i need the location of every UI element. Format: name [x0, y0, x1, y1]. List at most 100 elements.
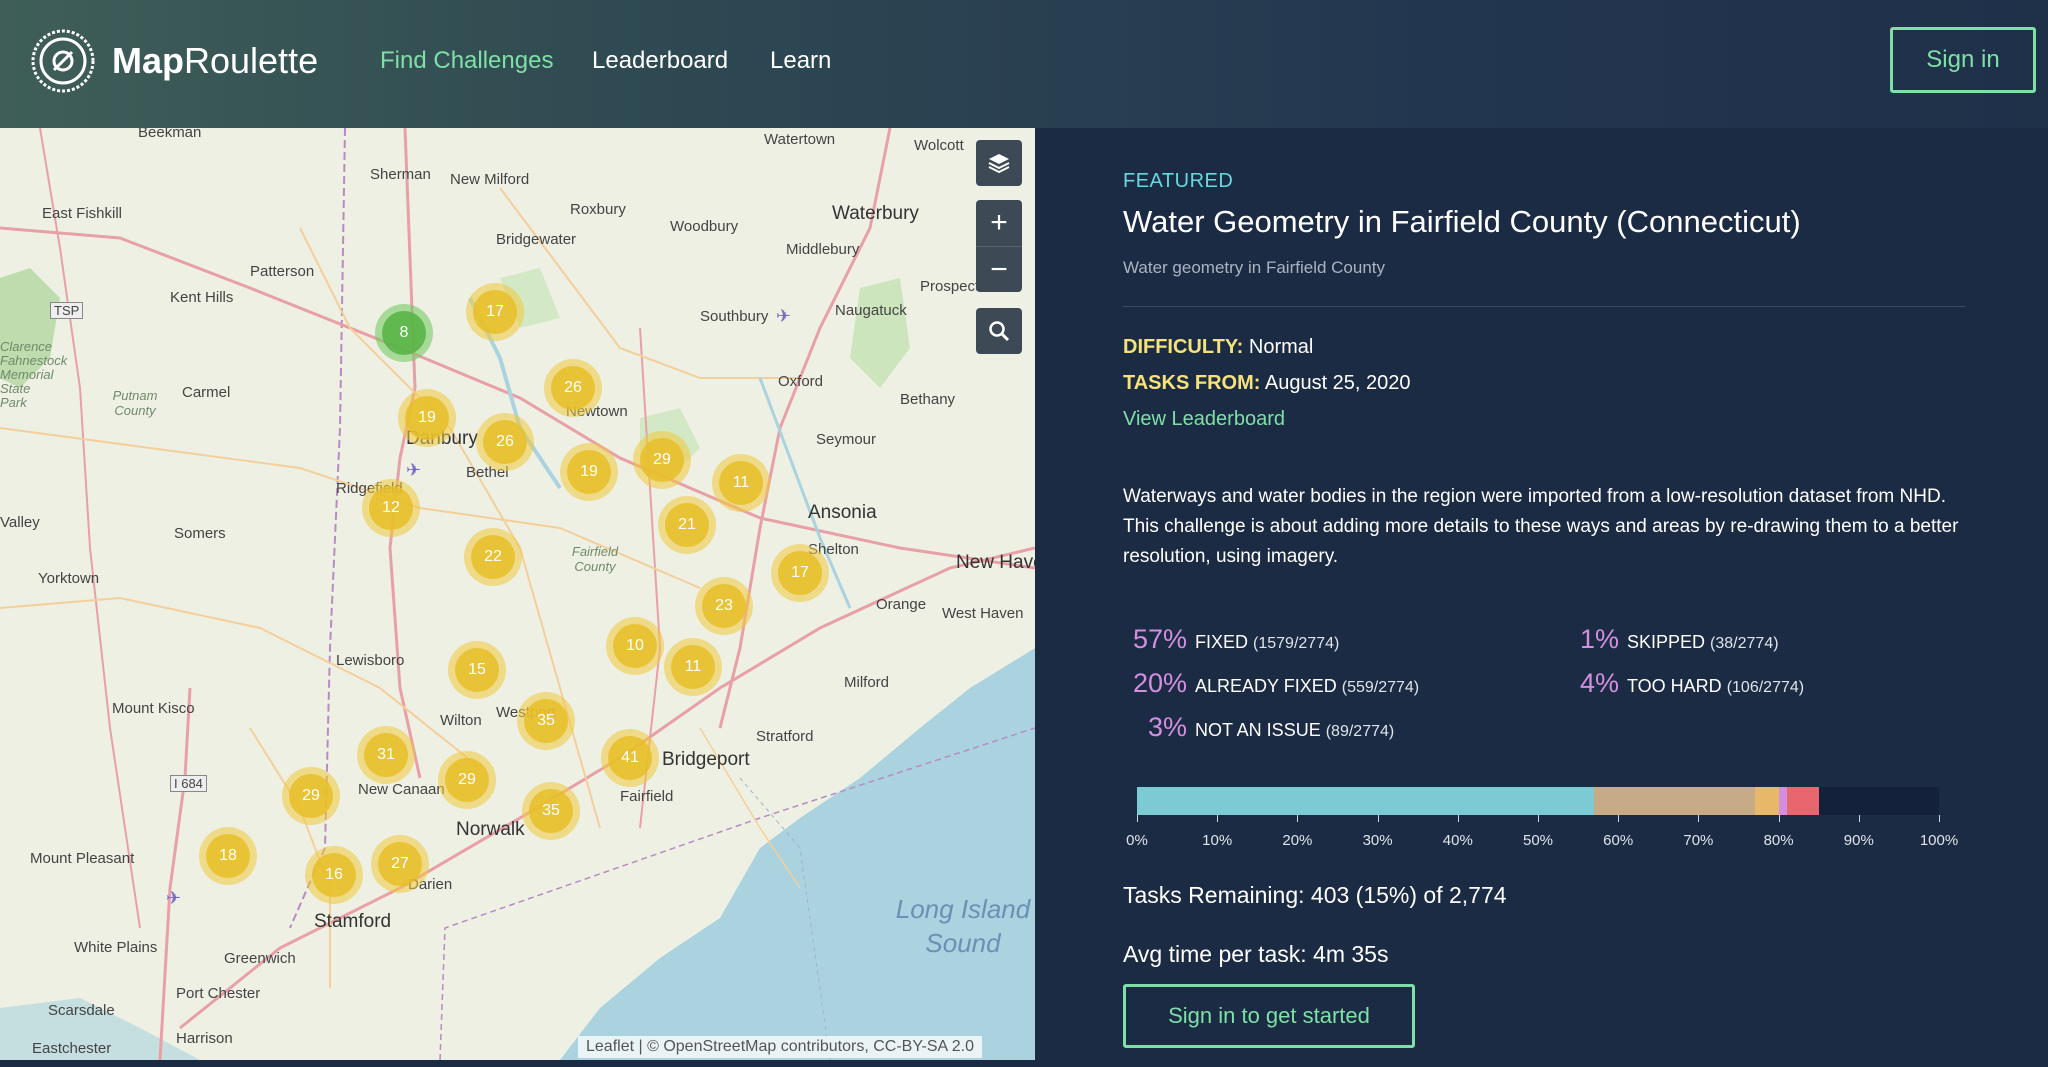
progress-tick-label: 10%: [1202, 832, 1233, 849]
map-label: Wolcott: [914, 137, 964, 154]
progress-tick: [1137, 815, 1138, 822]
task-cluster-marker[interactable]: 29: [438, 751, 496, 809]
map-label: Waterbury: [832, 203, 919, 224]
task-cluster-marker[interactable]: 21: [658, 496, 716, 554]
challenge-detail-panel: FEATURED Water Geometry in Fairfield Cou…: [1035, 128, 2048, 1060]
task-cluster-marker[interactable]: 31: [357, 726, 415, 784]
progress-tick: [1939, 815, 1940, 822]
zoom-in-button[interactable]: +: [976, 200, 1022, 246]
task-cluster-marker[interactable]: 18: [199, 827, 257, 885]
task-cluster-marker[interactable]: 16: [305, 846, 363, 904]
map-label: Oxford: [778, 373, 824, 390]
brand-name[interactable]: MapRoulette: [112, 40, 318, 82]
map-label: Fairfield County: [571, 544, 619, 574]
progress-segment-fixed: [1137, 787, 1595, 815]
nav-leaderboard[interactable]: Leaderboard: [592, 47, 728, 75]
sign-in-button[interactable]: Sign in: [1890, 27, 2036, 93]
map-label: Stratford: [756, 728, 814, 745]
task-cluster-marker[interactable]: 22: [464, 528, 522, 586]
maproulette-logo-icon[interactable]: [30, 28, 96, 94]
map-label: Middlebury: [786, 241, 860, 258]
map-label: Naugatuck: [835, 302, 907, 319]
task-cluster-marker[interactable]: 10: [606, 617, 664, 675]
map-label: Port Chester: [176, 985, 261, 1002]
task-cluster-marker[interactable]: 41: [601, 729, 659, 787]
layers-icon[interactable]: [976, 140, 1022, 186]
challenge-description: Waterways and water bodies in the region…: [1123, 486, 1959, 567]
task-cluster-marker[interactable]: 17: [466, 283, 524, 341]
search-icon[interactable]: [976, 308, 1022, 354]
map-label: New Milford: [450, 171, 530, 188]
task-cluster-marker[interactable]: 29: [282, 767, 340, 825]
map-label: New Canaan: [358, 781, 445, 798]
progress-tick: [1618, 815, 1620, 822]
task-cluster-marker[interactable]: 15: [448, 641, 506, 699]
map-label: Stamford: [314, 911, 392, 932]
difficulty-label: DIFFICULTY:: [1123, 336, 1244, 358]
page-bottom-strip: [0, 1060, 2048, 1067]
stat-percent: 20%: [1132, 668, 1187, 698]
progress-tick-label: 0%: [1126, 832, 1148, 849]
task-cluster-marker[interactable]: 26: [544, 359, 602, 417]
progress-tick: [1858, 815, 1860, 822]
map-label: Carmel: [182, 384, 231, 401]
map-label: Putnam County: [112, 388, 158, 418]
stat-label: FIXED: [1195, 632, 1249, 652]
map-label: West Haven: [942, 605, 1024, 622]
task-cluster-marker[interactable]: 26: [476, 413, 534, 471]
task-cluster-marker[interactable]: 19: [560, 443, 618, 501]
map-label: Milford: [844, 674, 890, 691]
map-label: East Fishkill: [42, 205, 123, 222]
progress-segment-skipped: [1778, 787, 1787, 815]
progress-tick: [1538, 815, 1539, 822]
map-label: Sherman: [370, 166, 431, 183]
task-cluster-marker[interactable]: 27: [371, 835, 429, 893]
task-cluster-marker[interactable]: 17: [771, 544, 829, 602]
map-label: Fairfield: [620, 788, 674, 805]
airport-icon: ✈: [166, 888, 182, 908]
stat-label: TOO HARD: [1627, 676, 1722, 696]
stat-too-hard: 4% TOO HARD (106/2774): [1571, 668, 1804, 699]
map-label: Southbury: [700, 308, 769, 325]
task-cluster-marker[interactable]: 8: [375, 304, 433, 362]
task-cluster-marker[interactable]: 19: [398, 389, 456, 447]
zoom-out-button[interactable]: −: [976, 246, 1022, 292]
progress-tick-label: 20%: [1282, 832, 1313, 849]
progress-segment-already-fixed: [1594, 787, 1755, 815]
progress-tick: [1297, 815, 1299, 822]
map-label: Bridgeport: [662, 749, 750, 770]
map-label: Scarsdale: [48, 1002, 115, 1019]
map-label: Patterson: [250, 263, 315, 280]
task-cluster-marker[interactable]: 29: [633, 431, 691, 489]
progress-tick: [1217, 815, 1219, 822]
task-cluster-marker[interactable]: 12: [362, 479, 420, 537]
sign-in-to-get-started-button[interactable]: Sign in to get started: [1123, 984, 1415, 1048]
task-cluster-marker[interactable]: 11: [664, 638, 722, 696]
map-label: Valley: [0, 514, 40, 531]
view-leaderboard-link[interactable]: View Leaderboard: [1123, 408, 1285, 431]
progress-tick: [1457, 815, 1459, 822]
task-cluster-marker[interactable]: 35: [517, 692, 575, 750]
challenge-map[interactable]: Beekman Sherman New Milford Watertown Wo…: [0, 128, 1035, 1060]
task-cluster-marker[interactable]: 11: [712, 454, 770, 512]
progress-tick-label: 50%: [1522, 832, 1554, 849]
map-label: Kent Hills: [170, 289, 234, 306]
task-cluster-marker[interactable]: 23: [695, 577, 753, 635]
map-label: New Haven: [956, 552, 1035, 573]
progress-tick: [1377, 815, 1379, 822]
difficulty-value: Normal: [1248, 336, 1314, 358]
progress-tick: [1698, 815, 1700, 822]
nav-learn[interactable]: Learn: [770, 47, 831, 75]
map-label: Mount Pleasant: [30, 850, 135, 867]
task-cluster-marker[interactable]: 35: [522, 782, 580, 840]
map-attribution[interactable]: Leaflet | © OpenStreetMap contributors, …: [578, 1036, 982, 1058]
map-label: Prospect: [920, 278, 980, 295]
challenge-subtitle: Water geometry in Fairfield County: [1123, 258, 1386, 277]
progress-tick-label: 40%: [1442, 832, 1473, 849]
progress-tick-label: 100%: [1919, 832, 1959, 849]
stat-count: (1579/2774): [1253, 635, 1340, 652]
tasks-from-row: TASKS FROM: August 25, 2020: [1123, 372, 1411, 395]
stat-label: ALREADY FIXED: [1195, 676, 1337, 696]
map-label: Harrison: [176, 1030, 233, 1047]
nav-find-challenges[interactable]: Find Challenges: [380, 47, 553, 75]
